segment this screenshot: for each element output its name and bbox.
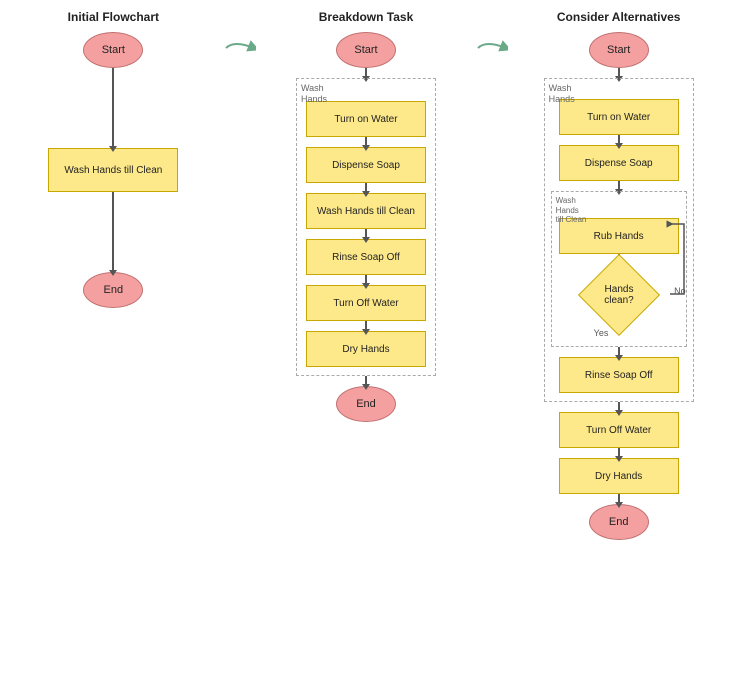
right-arrow-2 bbox=[476, 38, 508, 58]
oval-end-3: End bbox=[589, 504, 649, 540]
oval-end-2: End bbox=[336, 386, 396, 422]
diamond-container-3: Hands clean? No bbox=[584, 264, 654, 326]
oval-end-1: End bbox=[83, 272, 143, 308]
arrow-col-2 bbox=[474, 10, 510, 58]
rect-wash-2: Wash Hands till Clean bbox=[306, 193, 426, 229]
group-wash-2: WashHands Turn on Water Dispense Soap Wa… bbox=[296, 78, 436, 376]
rect-wash-1: Wash Hands till Clean bbox=[48, 148, 178, 192]
arrow-col-1 bbox=[222, 10, 258, 58]
rect-turnoff-2: Turn Off Water bbox=[306, 285, 426, 321]
rect-turnon-3: Turn on Water bbox=[559, 99, 679, 135]
rect-turn-on-2: Turn on Water bbox=[306, 101, 426, 137]
group-label-2: WashHands bbox=[301, 83, 327, 105]
col2-title: Breakdown Task bbox=[319, 10, 413, 24]
column-alternatives: Consider Alternatives Start WashHands Tu… bbox=[510, 10, 727, 540]
group-label-inner-3: WashHandstill Clean bbox=[556, 196, 587, 225]
right-arrow-1 bbox=[224, 38, 256, 58]
col3-title: Consider Alternatives bbox=[557, 10, 681, 24]
main-container: Initial Flowchart Start Wash Hands till … bbox=[0, 0, 732, 686]
group-wash-inner-3: WashHandstill Clean Rub Hands Hands clea… bbox=[551, 191, 687, 347]
loop-arrow-svg bbox=[666, 214, 688, 314]
col1-title: Initial Flowchart bbox=[68, 10, 159, 24]
rect-dry-3: Dry Hands bbox=[559, 458, 679, 494]
flow-start-1: Start Wash Hands till Clean End bbox=[48, 32, 178, 308]
connector-2 bbox=[112, 192, 114, 272]
rect-rinse-3: Rinse Soap Off bbox=[559, 357, 679, 393]
conn-2-end bbox=[365, 376, 367, 386]
diamond-label-3: Hands clean? bbox=[591, 284, 647, 306]
group-label-wash-3: WashHands bbox=[549, 83, 575, 105]
diamond-3: Hands clean? bbox=[578, 254, 660, 336]
oval-start-3: Start bbox=[589, 32, 649, 68]
rect-dispense-2: Dispense Soap bbox=[306, 147, 426, 183]
yes-label: Yes bbox=[594, 328, 609, 338]
column-breakdown: Breakdown Task Start WashHands Turn on W… bbox=[258, 10, 475, 422]
rect-rinse-2: Rinse Soap Off bbox=[306, 239, 426, 275]
connector-1 bbox=[112, 68, 114, 148]
rect-dry-2: Dry Hands bbox=[306, 331, 426, 367]
oval-start-2: Start bbox=[336, 32, 396, 68]
conn-2-0 bbox=[365, 68, 367, 78]
rect-dispense-3: Dispense Soap bbox=[559, 145, 679, 181]
rect-turnoff-3: Turn Off Water bbox=[559, 412, 679, 448]
flow-col2: Start WashHands Turn on Water Dispense S… bbox=[296, 32, 436, 422]
column-initial: Initial Flowchart Start Wash Hands till … bbox=[5, 10, 222, 308]
flow-col3: Start WashHands Turn on Water Dispense S… bbox=[544, 32, 694, 540]
oval-start-1: Start bbox=[83, 32, 143, 68]
group-wash-outer-3: WashHands Turn on Water Dispense Soap Wa… bbox=[544, 78, 694, 402]
